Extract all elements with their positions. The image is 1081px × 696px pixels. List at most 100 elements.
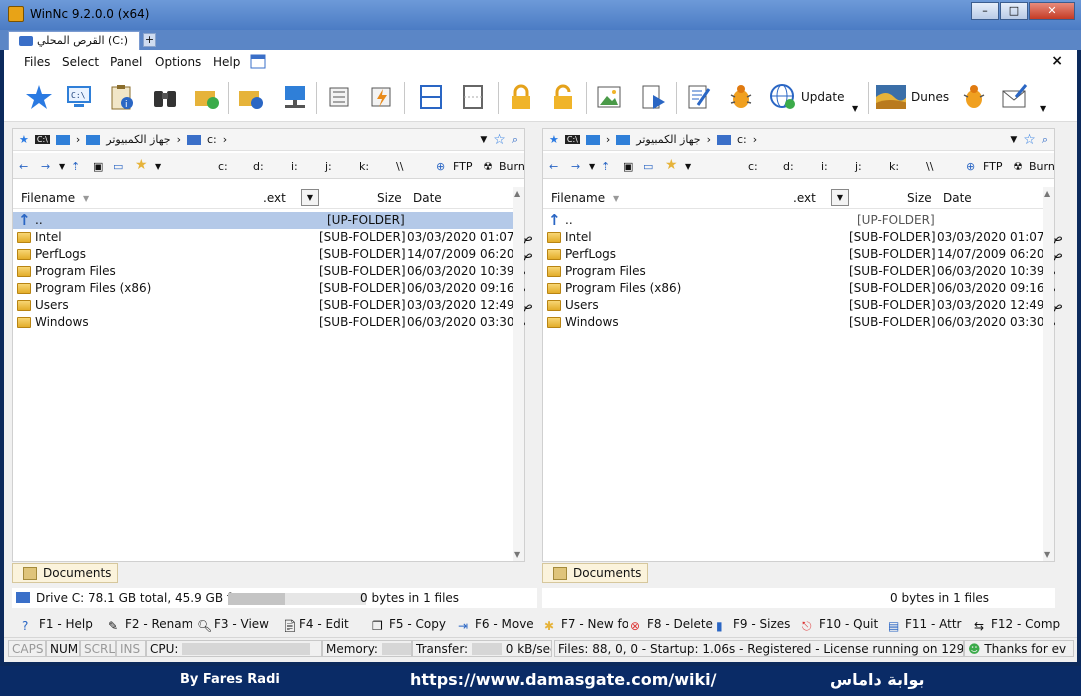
properties-clipboard-icon[interactable]: i bbox=[106, 82, 136, 112]
f9-sizes-button[interactable]: ▮ F9 - Sizes bbox=[716, 617, 800, 632]
new-tab-button[interactable]: + bbox=[143, 33, 156, 47]
scroll-up-icon[interactable]: ▲ bbox=[1044, 189, 1050, 198]
table-row[interactable]: Program Files (x86) [SUB-FOLDER] 06/03/2… bbox=[13, 280, 526, 297]
back-arrow-icon[interactable]: ← bbox=[19, 160, 28, 173]
column-dropdown-icon[interactable]: ▼ bbox=[831, 189, 849, 206]
table-row[interactable]: Program Files [SUB-FOLDER] 06/03/2020 10… bbox=[543, 263, 1056, 280]
desktop-icon[interactable] bbox=[55, 134, 70, 145]
scroll-up-icon[interactable]: ▲ bbox=[514, 189, 520, 198]
favorites-star-icon[interactable]: ★ bbox=[665, 157, 678, 173]
table-row[interactable]: Intel [SUB-FOLDER] 03/03/2020 01:07 ص bbox=[543, 229, 1063, 246]
extract-archive-icon[interactable] bbox=[366, 82, 396, 112]
network-button[interactable]: \\ bbox=[396, 160, 403, 173]
path-segment-drive[interactable]: c: bbox=[737, 133, 747, 146]
table-row[interactable]: Intel [SUB-FOLDER] 03/03/2020 01:07 ص bbox=[13, 229, 533, 246]
compress-archive-icon[interactable] bbox=[324, 82, 354, 112]
favorite-icon[interactable]: ★ bbox=[549, 133, 559, 146]
root-folder-icon[interactable]: ▣ bbox=[93, 160, 103, 173]
bookmark-star-icon[interactable]: ☆ bbox=[493, 132, 506, 148]
banner-url[interactable]: https://www.damasgate.com/wiki/ bbox=[410, 670, 716, 689]
binoculars-search-icon[interactable] bbox=[150, 82, 180, 112]
path-segment-drive[interactable]: c: bbox=[207, 133, 217, 146]
burn-button[interactable]: Burn bbox=[1029, 160, 1055, 173]
drive-j-button[interactable]: j: bbox=[325, 160, 332, 173]
favorites-dropdown-icon[interactable]: ▼ bbox=[685, 162, 691, 171]
toolbar-overflow-icon[interactable]: ▼ bbox=[1040, 104, 1046, 113]
forward-arrow-icon[interactable]: → bbox=[41, 160, 50, 173]
bookmark-star-icon[interactable]: ☆ bbox=[1023, 132, 1036, 148]
update-globe-icon[interactable] bbox=[768, 82, 798, 112]
desktop-icon[interactable] bbox=[585, 134, 600, 145]
toolbar-overflow-icon[interactable]: ▼ bbox=[852, 104, 858, 113]
console-icon[interactable]: C:\ bbox=[564, 135, 580, 144]
table-row[interactable]: PerfLogs [SUB-FOLDER] 14/07/2009 06:20 ص bbox=[13, 246, 533, 263]
drive-c-button[interactable]: c: bbox=[218, 160, 228, 173]
close-button[interactable]: ✕ bbox=[1029, 2, 1075, 20]
network-button[interactable]: \\ bbox=[926, 160, 933, 173]
minimize-button[interactable]: – bbox=[971, 2, 999, 20]
media-player-icon[interactable] bbox=[638, 82, 668, 112]
bug-report-icon[interactable] bbox=[726, 82, 756, 112]
sync-folder-icon[interactable] bbox=[192, 82, 222, 112]
drive-i-button[interactable]: i: bbox=[821, 160, 828, 173]
table-row[interactable]: ↑ .. [UP-FOLDER] bbox=[543, 212, 1043, 229]
path-segment-computer[interactable]: جهاز الكمبيوتر bbox=[636, 133, 700, 146]
scroll-down-icon[interactable]: ▼ bbox=[1044, 550, 1050, 559]
f12-compare-button[interactable]: ⇆ F12 - Comp bbox=[974, 617, 1074, 632]
parent-folder-icon[interactable]: ⇡ bbox=[601, 160, 610, 173]
table-row[interactable]: Program Files [SUB-FOLDER] 06/03/2020 10… bbox=[13, 263, 526, 280]
left-scrollbar[interactable]: ▲ ▼ bbox=[513, 187, 524, 561]
bug-icon[interactable] bbox=[959, 82, 989, 112]
f8-delete-button[interactable]: ⊗ F8 - Delete bbox=[630, 617, 714, 632]
unlock-icon[interactable] bbox=[548, 82, 578, 112]
column-size[interactable]: Size bbox=[377, 191, 402, 205]
search-icon[interactable]: ⌕ bbox=[1042, 133, 1048, 147]
table-row[interactable]: Windows [SUB-FOLDER] 06/03/2020 03:30 م bbox=[543, 314, 1056, 331]
path-dropdown-icon[interactable]: ▼ bbox=[480, 135, 487, 145]
table-row[interactable]: Windows [SUB-FOLDER] 06/03/2020 03:30 م bbox=[13, 314, 526, 331]
favorites-dropdown-icon[interactable]: ▼ bbox=[155, 162, 161, 171]
table-row[interactable]: Users [SUB-FOLDER] 03/03/2020 12:49 ص bbox=[13, 297, 533, 314]
right-scrollbar[interactable]: ▲ ▼ bbox=[1043, 187, 1054, 561]
network-computer-icon[interactable] bbox=[280, 82, 310, 112]
f4-edit-button[interactable]: 📄︎ F4 - Edit bbox=[282, 617, 366, 632]
console-icon[interactable]: C:\ bbox=[34, 135, 50, 144]
column-filename[interactable]: Filename bbox=[551, 191, 605, 205]
maximize-button[interactable]: □ bbox=[1000, 2, 1028, 20]
menu-help[interactable]: Help bbox=[213, 55, 240, 69]
parent-folder-icon[interactable]: ⇡ bbox=[71, 160, 80, 173]
column-dropdown-icon[interactable]: ▼ bbox=[301, 189, 319, 206]
forward-arrow-icon[interactable]: → bbox=[571, 160, 580, 173]
left-documents-tab[interactable]: Documents bbox=[12, 563, 118, 583]
drive-j-button[interactable]: j: bbox=[855, 160, 862, 173]
column-date[interactable]: Date bbox=[413, 191, 442, 205]
f11-attr-button[interactable]: ▤ F11 - Attr bbox=[888, 617, 972, 632]
drive-d-button[interactable]: d: bbox=[253, 160, 264, 173]
drive-d-button[interactable]: d: bbox=[783, 160, 794, 173]
update-label[interactable]: Update bbox=[801, 90, 844, 104]
scroll-down-icon[interactable]: ▼ bbox=[514, 550, 520, 559]
f6-move-button[interactable]: ⇥ F6 - Move bbox=[458, 617, 542, 632]
column-size[interactable]: Size bbox=[907, 191, 932, 205]
dunes-label[interactable]: Dunes bbox=[911, 90, 949, 104]
path-segment-computer[interactable]: جهاز الكمبيوتر bbox=[106, 133, 170, 146]
table-row[interactable]: ↑ .. [UP-FOLDER] bbox=[13, 212, 513, 229]
column-filename[interactable]: Filename bbox=[21, 191, 75, 205]
column-date[interactable]: Date bbox=[943, 191, 972, 205]
mail-icon[interactable] bbox=[999, 82, 1029, 112]
path-dropdown-icon[interactable]: ▼ bbox=[1010, 135, 1017, 145]
drive-i-button[interactable]: i: bbox=[291, 160, 298, 173]
lock-icon[interactable] bbox=[506, 82, 536, 112]
menu-panel[interactable]: Panel bbox=[110, 55, 142, 69]
table-row[interactable]: Program Files (x86) [SUB-FOLDER] 06/03/2… bbox=[543, 280, 1056, 297]
f7-new-folder-button[interactable]: ✱ F7 - New fo bbox=[544, 617, 628, 632]
network-folder-icon[interactable] bbox=[236, 82, 266, 112]
favorites-star-icon[interactable] bbox=[24, 82, 54, 112]
menu-files[interactable]: Files bbox=[24, 55, 50, 69]
tab-drive-c[interactable]: القرص المحلي (C:) bbox=[8, 31, 140, 50]
edit-document-icon[interactable] bbox=[684, 82, 714, 112]
history-dropdown-icon[interactable]: ▼ bbox=[589, 162, 595, 171]
f5-copy-button[interactable]: ❐ F5 - Copy bbox=[372, 617, 456, 632]
split-panels-icon[interactable] bbox=[416, 82, 446, 112]
dunes-icon[interactable] bbox=[876, 82, 906, 112]
